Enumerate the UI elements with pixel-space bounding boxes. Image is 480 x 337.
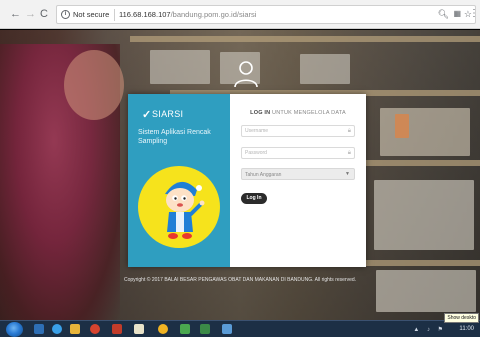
brand-name: SIARSI [152,109,184,119]
shelf [360,160,480,166]
mascot-circle [138,166,220,248]
lock-icon: 🔒︎ [347,128,351,134]
chevron-down-icon: ▼ [345,171,350,177]
address-bar[interactable]: i Not secure 116.68.168.107/bandung.pom.… [56,5,476,24]
shelf-item [380,108,470,156]
login-panel: ✓ SIARSI Sistem Aplikasi Rencak Sampling [128,94,366,267]
login-button[interactable]: Log In [241,193,267,204]
taskbar: ▲ ♪ ⚑ 11:00 [0,320,480,337]
shelf [360,260,480,266]
browser-toolbar: ← → C i Not secure 116.68.168.107/bandun… [0,0,480,29]
checkmark-icon: ✓ [142,109,152,121]
lock-icon: 🔒︎ [347,150,351,156]
person-face [64,50,124,120]
user-icon [234,61,258,88]
taskbar-app-icon[interactable] [112,324,122,334]
taskbar-app-icon[interactable] [34,324,44,334]
brand-tagline: Sistem Aplikasi Rencak Sampling [138,129,211,145]
shelf-item [150,50,210,84]
brand-panel: ✓ SIARSI Sistem Aplikasi Rencak Sampling [128,94,230,267]
show-desktop-tooltip: Show deskto [444,313,479,323]
url-divider [114,9,115,21]
security-label[interactable]: Not secure [73,10,109,19]
username-field[interactable]: 🔒︎ [241,125,355,137]
mascot-image [165,181,205,239]
ie-icon[interactable] [52,324,62,334]
media-player-icon[interactable] [90,324,100,334]
start-button[interactable] [6,322,23,337]
back-icon[interactable]: ← [10,9,21,20]
taskbar-app-icon[interactable] [180,324,190,334]
info-icon[interactable]: i [61,10,70,19]
taskbar-app-icon[interactable] [222,324,232,334]
forward-icon[interactable]: → [25,9,36,20]
folder-icon[interactable] [70,324,80,334]
year-select[interactable]: Tahun Anggaran ▼ [241,168,355,180]
login-heading: LOG IN UNTUK MENGELOLA DATA [250,110,346,116]
extension-icon[interactable]: ▦ [453,9,461,19]
password-field[interactable]: 🔒︎ [241,147,355,159]
login-form: LOG IN UNTUK MENGELOLA DATA 🔒︎ 🔒︎ Tahun … [230,94,366,267]
reload-icon[interactable]: C [40,9,48,20]
year-select-value: Tahun Anggaran [245,172,282,178]
shelf-item [300,54,350,84]
zoom-icon[interactable]: 🔍︎ [438,9,449,19]
url-text[interactable]: 116.68.168.107/bandung.pom.go.id/siarsi [119,10,256,19]
clock[interactable]: 11:00 [459,326,474,332]
copyright-text: Copyright © 2017 BALAI BESAR PENGAWAS OB… [123,277,357,283]
taskbar-app-icon[interactable] [200,324,210,334]
shelf-item [395,114,409,138]
taskbar-app-icon[interactable] [134,324,144,334]
shelf-item [374,180,474,250]
password-input[interactable] [242,148,342,158]
username-input[interactable] [242,126,342,136]
browser-menu-icon[interactable]: ⋮ [469,8,479,19]
system-tray-icons[interactable]: ▲ ♪ ⚑ [413,326,446,333]
shelf [130,36,480,42]
chrome-icon[interactable] [158,324,168,334]
